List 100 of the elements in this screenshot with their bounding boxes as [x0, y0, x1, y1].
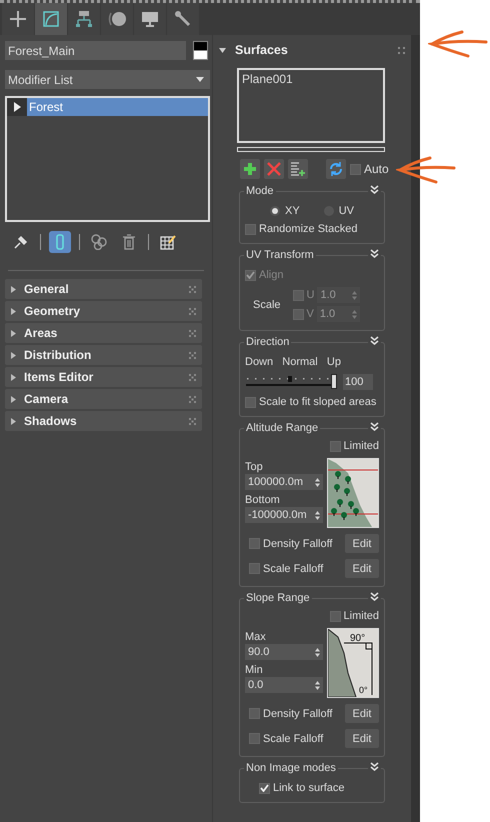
color-swatch[interactable] [193, 41, 208, 60]
checkbox[interactable]: Auto [350, 162, 389, 176]
command-tab[interactable] [134, 3, 166, 35]
expand-arrow-icon [11, 352, 16, 358]
rollout-header[interactable]: Shadows [5, 411, 202, 431]
checkbox[interactable]: Scale Falloff [249, 732, 324, 744]
rollout-header[interactable]: Areas [5, 323, 202, 343]
rollout-header[interactable]: General [5, 279, 202, 299]
grip-icon [189, 286, 196, 292]
double-chevron-icon [370, 422, 379, 431]
grip-icon [189, 352, 196, 358]
rollout-header[interactable]: Items Editor [5, 367, 202, 387]
field-label: Top [245, 461, 264, 473]
refresh-icon [328, 161, 344, 177]
edit-button[interactable]: Edit [345, 704, 379, 723]
curve-icon [42, 10, 60, 28]
circles-icon [91, 234, 107, 250]
slider-thumb[interactable] [331, 374, 337, 389]
double-chevron-icon [370, 185, 379, 194]
spinner-arrows-icon [352, 290, 358, 300]
angle-label: 0° [359, 685, 368, 695]
checkbox[interactable]: Randomize Stacked [245, 223, 379, 235]
slider-track[interactable] [245, 374, 337, 390]
checkbox[interactable]: Scale to fit sloped areas [245, 396, 379, 408]
caret-icon [196, 77, 204, 82]
spinner-field[interactable]: 90.0 [245, 644, 323, 660]
spinner-field[interactable]: 0.0 [245, 677, 323, 693]
surface-tool-button[interactable] [326, 159, 346, 179]
grip-icon [398, 46, 405, 54]
spinner-arrows-icon [315, 648, 320, 656]
spinner-field[interactable]: -100000.0m [245, 507, 323, 523]
checkbox[interactable]: Density Falloff [249, 708, 332, 720]
expand-arrow-icon [11, 308, 16, 314]
modifier-dropdown[interactable]: Modifier List [5, 70, 210, 89]
spinner-arrows-icon [315, 478, 320, 486]
altitude-range-drawing [328, 459, 378, 527]
group-title: Altitude Range [244, 421, 320, 435]
field-label: Bottom [245, 494, 281, 506]
double-chevron-icon [370, 249, 379, 258]
number-field[interactable]: 100 [343, 374, 373, 390]
spinner-arrows-icon [352, 310, 357, 318]
expand-arrow-icon [11, 396, 16, 402]
edit-button[interactable]: Edit [345, 534, 379, 553]
spinner-arrows-icon [315, 510, 320, 520]
group-title: Slope Range [244, 591, 312, 605]
rollout-title: Surfaces [235, 43, 289, 57]
slider-label: Normal [282, 356, 318, 368]
surface-tool-button[interactable] [240, 159, 260, 179]
expand-arrow-icon [14, 102, 20, 112]
stack-item[interactable]: Forest [27, 98, 208, 116]
expand-arrow-icon [11, 374, 16, 380]
checkbox[interactable]: Scale Falloff [249, 562, 324, 574]
check-icon [246, 271, 255, 279]
radio-button[interactable]: UV [324, 205, 354, 217]
arrow-drawing [396, 156, 456, 184]
grip-icon [189, 374, 196, 380]
edit-button[interactable]: Edit [345, 729, 379, 748]
name-field[interactable]: Forest_Main [5, 41, 186, 60]
checkbox[interactable]: Density Falloff [249, 538, 332, 550]
rollout-header[interactable]: Camera [5, 389, 202, 409]
radio-button[interactable]: XY [270, 205, 300, 217]
ball-icon [107, 10, 127, 28]
grid-pencil-icon [160, 234, 176, 250]
checkbox[interactable]: Limited [330, 610, 379, 622]
monitor-icon [141, 10, 159, 28]
slider-label: Down [245, 356, 274, 368]
angle-label: 90° [350, 633, 366, 644]
grip-icon [189, 418, 196, 424]
list-add-icon [290, 161, 306, 177]
double-chevron-icon [370, 762, 379, 771]
grip-icon [189, 396, 196, 402]
expand-arrow-icon [11, 418, 16, 424]
command-tab[interactable] [35, 3, 67, 35]
grip-icon [189, 308, 196, 314]
hierarchy-icon [75, 10, 93, 28]
checkbox[interactable]: Limited [330, 440, 379, 452]
trash-icon [123, 234, 135, 250]
check-icon [260, 784, 269, 792]
arrow-drawing [428, 30, 488, 58]
field-label: Max [245, 631, 267, 643]
grip-icon [189, 330, 196, 336]
expand-arrow-icon [11, 286, 16, 292]
field-label: Scale [252, 298, 281, 310]
wrench-icon [174, 10, 192, 28]
spinner-field[interactable]: 100000.0m [245, 474, 323, 490]
field-label: Min [245, 664, 264, 676]
double-chevron-icon [370, 592, 379, 601]
rollout-header[interactable]: Geometry [5, 301, 202, 321]
double-chevron-icon [370, 336, 379, 345]
list-item[interactable]: Plane001 [239, 70, 383, 88]
edit-button[interactable]: Edit [345, 559, 379, 578]
scrollbar[interactable] [411, 35, 420, 822]
command-tab[interactable] [68, 3, 100, 35]
tube-icon [55, 234, 65, 250]
surface-tool-button[interactable] [288, 159, 308, 179]
plus-icon [243, 162, 257, 176]
checkbox[interactable]: Link to surface [259, 782, 379, 794]
slider-label: Up [326, 356, 341, 368]
rollout-header[interactable]: Distribution [5, 345, 202, 365]
command-tab[interactable] [2, 3, 34, 35]
